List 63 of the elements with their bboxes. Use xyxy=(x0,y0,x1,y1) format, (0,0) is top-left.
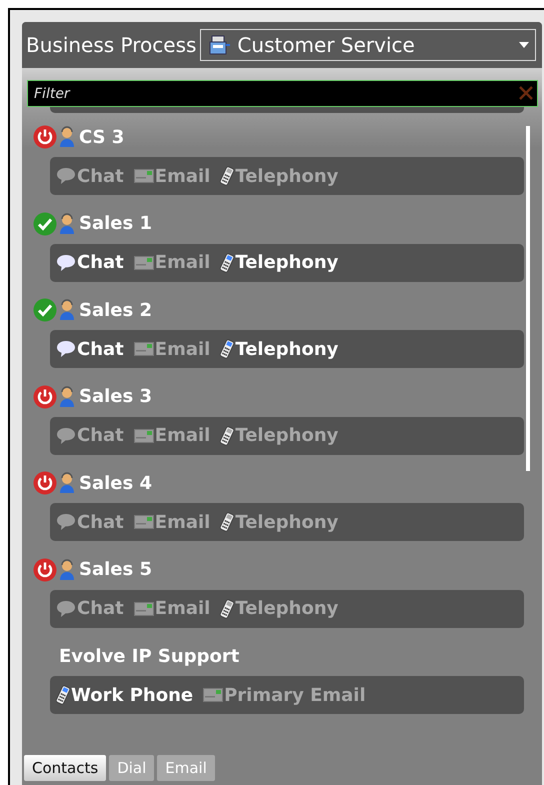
contact-name[interactable]: Sales 2 xyxy=(79,300,152,320)
phone-channel[interactable]: Telephony xyxy=(220,252,338,273)
email-card-icon xyxy=(134,169,154,183)
email-channel[interactable]: Email xyxy=(134,512,210,532)
email-card-icon xyxy=(134,428,154,442)
clear-icon[interactable] xyxy=(519,86,533,100)
chat-bubble-icon xyxy=(56,426,76,444)
chat-bubble-icon xyxy=(56,600,76,618)
person-headset-icon xyxy=(59,212,75,234)
person-headset-icon xyxy=(59,386,75,408)
contact-name[interactable]: Sales 3 xyxy=(79,386,152,407)
business-process-label: Business Process xyxy=(26,33,196,57)
person-headset-icon xyxy=(59,126,75,148)
mobile-phone-icon xyxy=(56,685,70,705)
phone-channel[interactable]: Telephony xyxy=(220,166,338,186)
tab[interactable]: Contacts xyxy=(24,755,106,781)
email-channel[interactable]: Email xyxy=(134,338,210,360)
chat-channel[interactable]: Chat xyxy=(56,338,124,360)
email-card-icon xyxy=(134,342,154,356)
phone-channel[interactable]: Telephony xyxy=(220,338,338,360)
mobile-phone-icon xyxy=(220,252,234,272)
mobile-phone-icon xyxy=(220,512,234,532)
email-channel[interactable]: Email xyxy=(134,425,210,446)
dropdown-caret-icon xyxy=(519,42,529,48)
person-headset-icon xyxy=(59,299,75,321)
phone-channel[interactable]: Telephony xyxy=(220,425,338,446)
chat-channel[interactable]: Chat xyxy=(56,252,124,273)
business-process-dropdown[interactable]: Customer Service xyxy=(200,29,536,61)
scrollbar[interactable] xyxy=(526,126,530,471)
mobile-phone-icon xyxy=(220,339,234,359)
chat-bubble-icon xyxy=(56,254,76,272)
chat-channel[interactable]: Chat xyxy=(56,598,124,619)
email-card-icon xyxy=(203,688,224,702)
phone-channel[interactable]: Telephony xyxy=(220,598,338,619)
chat-bubble-icon xyxy=(56,513,76,531)
email-card-icon xyxy=(134,602,154,616)
person-headset-icon xyxy=(59,558,75,580)
contact-name[interactable]: Sales 4 xyxy=(79,472,152,494)
chat-bubble-icon xyxy=(56,340,76,358)
contact-name[interactable]: CS 3 xyxy=(79,126,124,148)
email-channel[interactable]: Email xyxy=(134,166,210,186)
phone-channel[interactable]: Telephony xyxy=(220,512,338,532)
tab[interactable]: Dial xyxy=(109,755,154,781)
tab[interactable]: Email xyxy=(157,755,215,781)
mobile-phone-icon xyxy=(220,426,234,446)
mobile-phone-icon xyxy=(220,166,234,186)
email-channel[interactable]: Primary Email xyxy=(203,684,366,706)
cash-register-icon xyxy=(207,33,232,57)
contact-name[interactable]: Sales 5 xyxy=(79,559,152,580)
chat-channel[interactable]: Chat xyxy=(56,166,124,186)
email-channel[interactable]: Email xyxy=(134,252,210,273)
email-channel[interactable]: Email xyxy=(134,598,210,619)
chat-channel[interactable]: Chat xyxy=(56,512,124,532)
contact-name[interactable]: Sales 1 xyxy=(79,213,152,234)
email-card-icon xyxy=(134,515,154,529)
phone-channel[interactable]: Work Phone xyxy=(56,684,194,706)
chat-channel[interactable]: Chat xyxy=(56,425,124,446)
contact-name[interactable]: Evolve IP Support xyxy=(59,646,240,666)
chat-bubble-icon xyxy=(56,167,76,185)
email-card-icon xyxy=(134,256,154,270)
filter-field[interactable]: Filter xyxy=(27,80,538,107)
mobile-phone-icon xyxy=(220,598,234,618)
person-headset-icon xyxy=(59,472,75,494)
